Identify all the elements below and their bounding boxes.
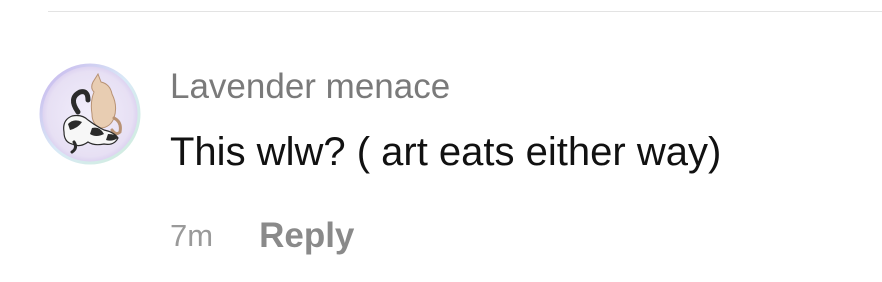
user-avatar[interactable]	[38, 62, 142, 166]
comment-text: This wlw? ( art eats either way)	[170, 130, 722, 174]
comment-username[interactable]: Lavender menace	[170, 66, 450, 108]
comment-timestamp: 7m	[170, 218, 214, 253]
comment-meta-row: 7m Reply	[170, 214, 354, 258]
comment-item: Lavender menace This wlw? ( art eats eit…	[0, 0, 882, 282]
reply-button[interactable]: Reply	[259, 216, 354, 256]
cat-illustration-avatar-icon	[39, 63, 141, 165]
